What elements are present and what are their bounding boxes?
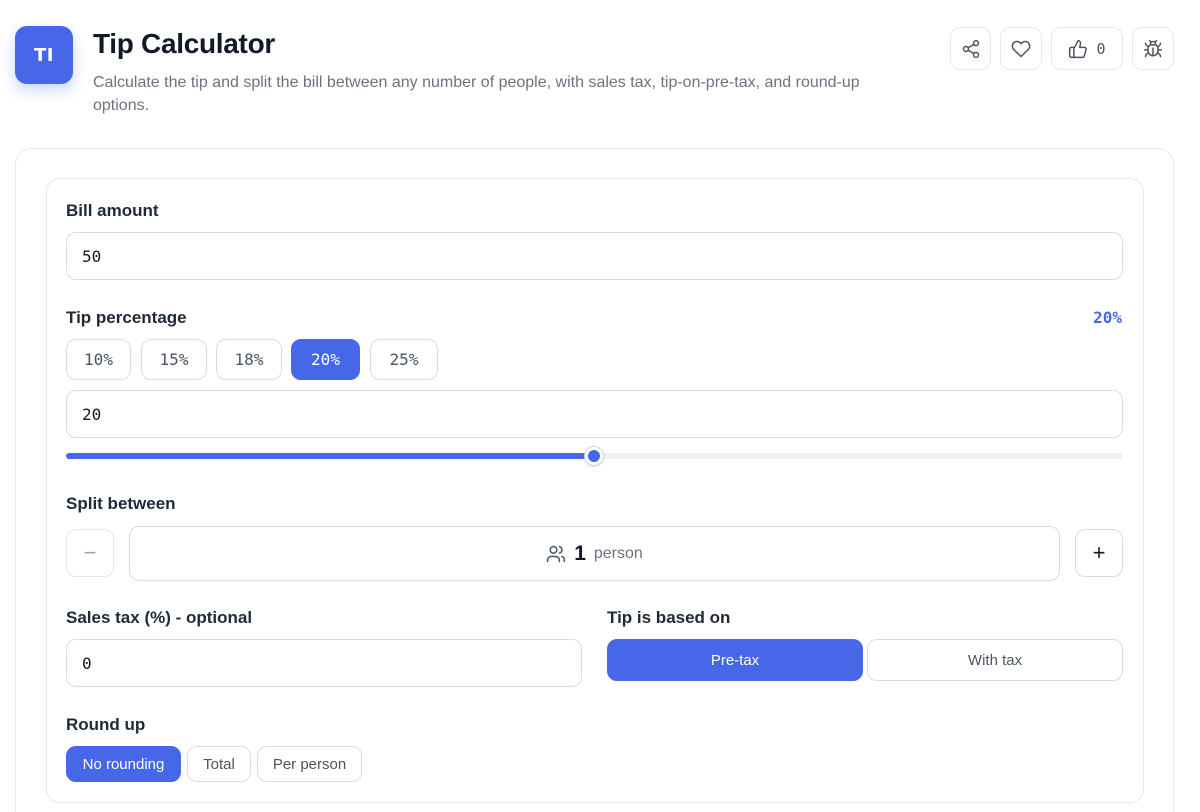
round-none-button[interactable]: No rounding	[66, 746, 181, 782]
tip-slider-fill	[66, 453, 594, 459]
favorite-button[interactable]	[1000, 27, 1042, 70]
bill-amount-label: Bill amount	[66, 201, 159, 220]
people-count-display: 1 person	[129, 526, 1060, 581]
tip-preset-25[interactable]: 25%	[370, 339, 438, 380]
bug-icon	[1143, 39, 1163, 57]
round-per-person-button[interactable]: Per person	[257, 746, 362, 782]
heart-icon	[1011, 40, 1031, 57]
page-title: Tip Calculator	[93, 28, 275, 59]
tip-preset-15[interactable]: 15%	[141, 339, 207, 380]
tip-basis-label: Tip is based on	[607, 608, 731, 627]
like-button[interactable]: 0	[1051, 27, 1123, 70]
report-bug-button[interactable]	[1132, 27, 1174, 70]
round-total-button[interactable]: Total	[187, 746, 251, 782]
tip-preset-10[interactable]: 10%	[66, 339, 131, 380]
share-button[interactable]	[950, 27, 991, 70]
tip-percentage-input[interactable]: 20	[66, 390, 1123, 438]
increase-people-button[interactable]: +	[1075, 529, 1123, 577]
split-between-label: Split between	[66, 494, 176, 513]
tip-basis-pretax-button[interactable]: Pre-tax	[607, 639, 863, 681]
like-count: 0	[1096, 39, 1106, 58]
tip-percentage-label: Tip percentage	[66, 308, 187, 327]
people-count: 1	[574, 541, 586, 565]
sales-tax-label: Sales tax (%) - optional	[66, 608, 253, 627]
bill-amount-input[interactable]: 50	[66, 232, 1123, 280]
page-subtitle: Calculate the tip and split the bill bet…	[93, 74, 860, 114]
tip-preset-20[interactable]: 20%	[291, 339, 360, 380]
tip-basis-with-tax-button[interactable]: With tax	[867, 639, 1123, 681]
tip-slider-thumb[interactable]	[585, 447, 603, 465]
decrease-people-button[interactable]: −	[66, 529, 114, 577]
app-logo: TI	[15, 26, 73, 84]
tip-percentage-value: 20%	[1093, 308, 1122, 327]
tip-preset-18[interactable]: 18%	[216, 339, 282, 380]
share-icon	[962, 39, 979, 58]
users-icon	[547, 545, 566, 562]
round-up-label: Round up	[66, 715, 146, 734]
thumbs-up-icon	[1069, 39, 1088, 58]
sales-tax-input[interactable]: 0	[66, 639, 582, 687]
people-unit: person	[593, 544, 643, 562]
